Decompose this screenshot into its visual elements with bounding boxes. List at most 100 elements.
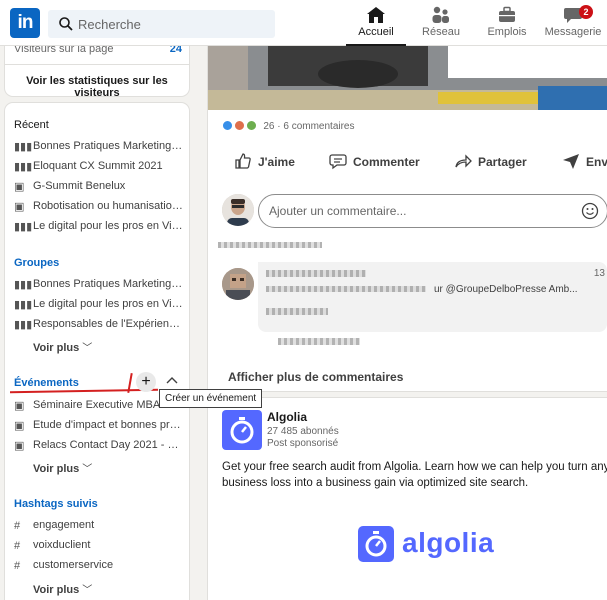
events-see-more-button[interactable]: Voir plus ﹀ xyxy=(33,460,92,475)
ad-company-name[interactable]: Algolia xyxy=(267,410,307,424)
nav-home[interactable]: Accueil xyxy=(342,4,410,46)
comment-bubble: ur @GroupeDelboPresse Amb... 13 xyxy=(258,262,607,332)
view-visitor-stats-link[interactable]: Voir les statistiques sur les visiteurs xyxy=(5,64,189,99)
events-title[interactable]: Événements xyxy=(14,377,79,389)
search-icon xyxy=(59,17,73,31)
blurred-sort-label xyxy=(218,242,322,248)
hashtag-icon: # xyxy=(14,560,21,572)
reactions-count: 26 xyxy=(263,121,275,132)
hashtag-item[interactable]: # customerservice xyxy=(14,559,184,577)
visitor-stats-card: Visiteurs sur la page 24 Voir les statis… xyxy=(5,38,189,99)
ad-text-line: business loss into a business gain via o… xyxy=(222,477,529,489)
nav-network[interactable]: Réseau xyxy=(407,4,475,46)
ad-brand-banner[interactable]: algolia xyxy=(358,526,494,562)
group-icon: ▮▮▮ xyxy=(14,319,33,331)
group-icon: ▮▮▮ xyxy=(14,299,33,311)
calendar-icon: ▣ xyxy=(14,181,25,193)
hashtag-item[interactable]: # voixduclient xyxy=(14,539,184,557)
chevron-down-icon: ﹀ xyxy=(82,464,93,475)
community-panel: Récent ▮▮▮Bonnes Pratiques Marketing, p.… xyxy=(5,103,189,600)
group-icon: ▮▮▮ xyxy=(14,141,33,153)
comment-button[interactable]: Commenter xyxy=(329,150,420,174)
blurred-commenter-name xyxy=(266,270,366,277)
ad-text-line: Get your free search audit from Algolia.… xyxy=(222,461,607,473)
send-icon xyxy=(563,154,579,169)
hashtag-icon: # xyxy=(14,540,21,552)
recent-item[interactable]: ▮▮▮Le digital pour les pros en Vid... xyxy=(14,220,184,238)
recent-item[interactable]: ▣ G-Summit Benelux xyxy=(14,180,184,198)
group-icon: ▮▮▮ xyxy=(14,221,33,233)
group-item[interactable]: ▮▮▮Responsables de l'Expérience ... xyxy=(14,318,184,336)
hashtag-icon: # xyxy=(14,520,21,532)
home-icon xyxy=(367,7,385,23)
share-button[interactable]: Partager xyxy=(454,150,527,174)
commenter-avatar[interactable] xyxy=(222,268,254,300)
emoji-icon[interactable] xyxy=(581,202,599,220)
chevron-down-icon: ﹀ xyxy=(82,343,93,354)
chevron-up-icon[interactable] xyxy=(165,374,179,388)
comment-icon xyxy=(329,154,347,170)
comment-input[interactable] xyxy=(269,195,569,227)
top-nav-bar: in Accueil Réseau Emplois 2 Messagerie xyxy=(0,0,607,46)
groups-see-more-button[interactable]: Voir plus ﹀ xyxy=(33,339,92,354)
post-image[interactable] xyxy=(208,46,607,110)
blurred-commenter-headline xyxy=(266,286,426,292)
like-button[interactable]: J'aime xyxy=(234,150,295,174)
send-button[interactable]: Envoyer xyxy=(562,150,607,174)
ad-sponsored-label: Post sponsorisé xyxy=(267,438,339,449)
nav-home-label: Accueil xyxy=(358,26,394,38)
comment-input-box[interactable] xyxy=(258,194,607,228)
comments-count[interactable]: 6 commentaires xyxy=(283,121,354,132)
thumbs-up-icon xyxy=(235,153,251,169)
message-badge: 2 xyxy=(579,5,593,19)
calendar-icon: ▣ xyxy=(14,400,25,412)
blurred-comment-actions xyxy=(278,338,360,345)
network-icon xyxy=(432,6,449,23)
hashtags-title[interactable]: Hashtags suivis xyxy=(14,498,98,510)
search-bar[interactable] xyxy=(48,10,275,38)
recent-item[interactable]: ▮▮▮Eloquant CX Summit 2021 xyxy=(14,160,184,178)
group-icon: ▮▮▮ xyxy=(14,161,33,173)
nav-network-label: Réseau xyxy=(422,26,460,38)
feed-post: 26 · 6 commentaires J'aime Commenter Par… xyxy=(208,46,607,391)
event-item[interactable]: ▣ Etude d'impact et bonnes prat... xyxy=(14,419,184,437)
create-event-button[interactable]: + xyxy=(136,372,156,392)
my-avatar-photo xyxy=(222,194,254,226)
group-icon: ▮▮▮ xyxy=(14,279,33,291)
recent-item[interactable]: ▮▮▮Bonnes Pratiques Marketing, p... xyxy=(14,140,184,158)
calendar-icon: ▣ xyxy=(14,201,25,213)
groups-title[interactable]: Groupes xyxy=(14,257,59,269)
nav-jobs[interactable]: Emplois xyxy=(473,4,541,46)
post-actions: J'aime Commenter Partager Envoyer xyxy=(208,150,607,176)
ad-text: Get your free search audit from Algolia.… xyxy=(222,459,607,491)
my-avatar[interactable] xyxy=(222,194,254,226)
show-more-comments-button[interactable]: Afficher plus de commentaires xyxy=(228,370,403,384)
algolia-logo[interactable] xyxy=(222,410,262,450)
nav-messaging[interactable]: 2 Messagerie xyxy=(539,4,607,46)
create-event-tooltip: Créer un événement xyxy=(159,389,263,408)
linkedin-logo[interactable]: in xyxy=(10,8,40,38)
stopwatch-icon xyxy=(230,417,254,444)
brand-stopwatch-icon xyxy=(358,526,394,562)
briefcase-icon xyxy=(499,6,515,22)
comment-time: 13 xyxy=(593,268,605,279)
search-input[interactable] xyxy=(78,10,268,38)
group-item[interactable]: ▮▮▮Le digital pour les pros en Vid... xyxy=(14,298,184,316)
recent-title: Récent xyxy=(14,119,49,131)
sponsored-post: Algolia 27 485 abonnés Post sponsorisé G… xyxy=(208,398,607,600)
hashtags-see-more-button[interactable]: Voir plus ﹀ xyxy=(33,581,92,596)
post-photo xyxy=(208,46,607,110)
commenter-avatar-photo xyxy=(222,268,254,300)
blurred-comment-text xyxy=(266,308,328,315)
social-counts[interactable]: 26 · 6 commentaires xyxy=(222,120,355,132)
calendar-icon: ▣ xyxy=(14,420,25,432)
nav-jobs-label: Emplois xyxy=(487,26,527,38)
ad-followers: 27 485 abonnés xyxy=(267,426,339,437)
hashtag-item[interactable]: # engagement xyxy=(14,519,184,537)
event-item[interactable]: ▣ Relacs Contact Day 2021 - L'év... xyxy=(14,439,184,457)
comment-text-snippet: ur @GroupeDelboPresse Amb... xyxy=(434,284,578,295)
share-icon xyxy=(455,154,472,168)
recent-item[interactable]: ▣ Robotisation ou humanisation... xyxy=(14,200,184,218)
group-item[interactable]: ▮▮▮Bonnes Pratiques Marketing, p... xyxy=(14,278,184,296)
calendar-icon: ▣ xyxy=(14,440,25,452)
